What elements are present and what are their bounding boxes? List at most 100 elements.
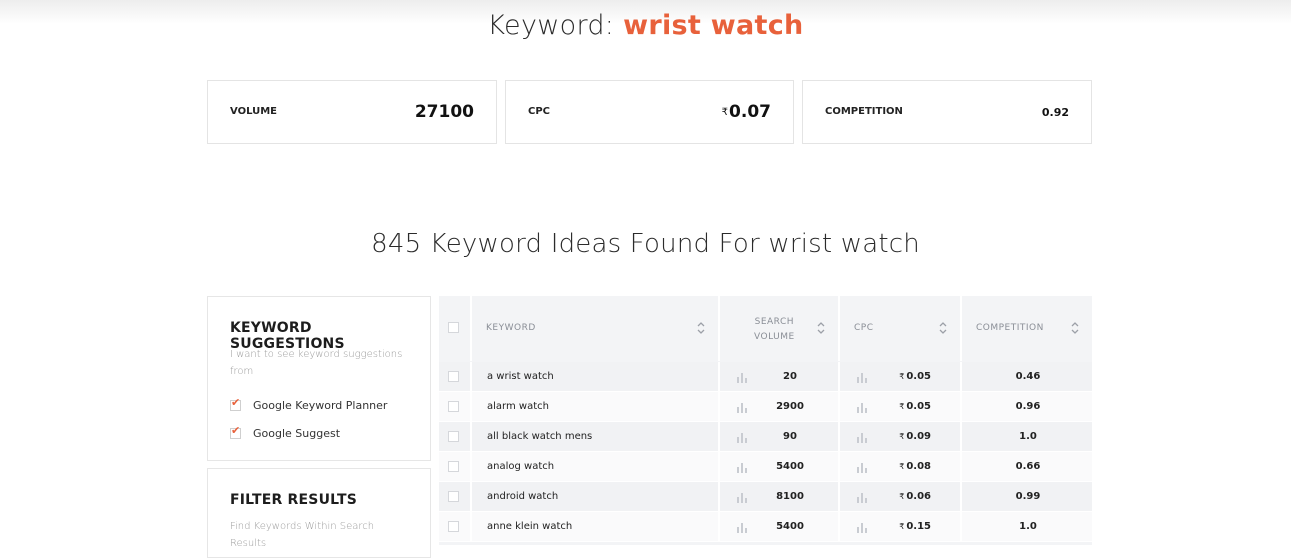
cpc-value: 0.08 [906, 461, 931, 472]
row-checkbox[interactable] [448, 491, 459, 502]
cpc-trend-icon[interactable] [856, 371, 868, 386]
volume-cell: 2900 [718, 392, 838, 422]
row-checkbox[interactable] [448, 401, 459, 412]
row-checkbox[interactable] [448, 431, 459, 442]
volume-card: VOLUME 27100 [207, 80, 497, 144]
column-search-volume-label: SEARCH VOLUME [754, 315, 795, 345]
cpc-currency: ₹ [721, 107, 729, 118]
volume-cell: 5400 [718, 512, 838, 542]
column-cpc-label: CPC [854, 323, 874, 333]
cpc-value-wrap: ₹0.06 [899, 491, 931, 502]
keyword-cell: anne klein watch [470, 512, 718, 542]
cpc-trend-icon[interactable] [856, 521, 868, 536]
competition-label: COMPETITION [825, 106, 903, 117]
cpc-cell: ₹0.05 [838, 392, 960, 422]
keyword-text[interactable]: all black watch mens [487, 431, 592, 442]
row-checkbox[interactable] [448, 371, 459, 382]
volume-value: 27100 [414, 102, 474, 122]
keyword-text[interactable]: android watch [487, 491, 558, 502]
volume-cell: 20 [718, 362, 838, 392]
table-row[interactable]: android watch 8100 ₹0.06 0.99 [439, 482, 1092, 512]
currency-symbol: ₹ [899, 522, 905, 531]
cpc-trend-icon[interactable] [856, 431, 868, 446]
checkbox-google-suggest[interactable]: ✔ [230, 424, 241, 439]
cpc-value-wrap: ₹0.08 [899, 461, 931, 472]
cpc-cell: ₹0.05 [838, 362, 960, 392]
column-competition[interactable]: COMPETITION [960, 296, 1092, 361]
keyword-suggestions-panel: KEYWORD SUGGESTIONS I want to see keywor… [207, 296, 431, 461]
row-checkbox[interactable] [448, 521, 459, 532]
cpc-value-wrap: ₹0.05 [899, 371, 931, 382]
cpc-value: 0.09 [906, 431, 931, 442]
option-google-suggest[interactable]: ✔ Google Suggest [230, 424, 341, 441]
suggestions-description: I want to see keyword suggestions from [230, 349, 403, 377]
sort-icon[interactable] [1070, 320, 1080, 336]
sort-icon[interactable] [816, 320, 826, 336]
search-line1: SEARCH [754, 317, 795, 327]
keyword-cell: all black watch mens [470, 422, 718, 452]
keyword-text[interactable]: a wrist watch [487, 371, 554, 382]
title-prefix: Keyword: [487, 10, 624, 41]
sort-icon[interactable] [938, 320, 948, 336]
keyword-text[interactable]: analog watch [487, 461, 554, 472]
checkmark-icon: ✔ [231, 423, 241, 437]
table-row[interactable]: analog watch 5400 ₹0.08 0.66 [439, 452, 1092, 482]
cpc-value: 0.05 [906, 371, 931, 382]
checkmark-icon: ✔ [231, 395, 241, 409]
row-checkbox[interactable] [448, 461, 459, 472]
keyword-text[interactable]: anne klein watch [487, 521, 572, 532]
table-row[interactable]: all black watch mens 90 ₹0.09 1.0 [439, 422, 1092, 452]
table-header: KEYWORD SEARCH VOLUME CPC COMPETITION [439, 296, 1092, 361]
cpc-value: 0.05 [906, 401, 931, 412]
keyword-cell: android watch [470, 482, 718, 512]
cpc-cell: ₹0.09 [838, 422, 960, 452]
competition-value: 1.0 [1019, 521, 1037, 532]
page-title: Keyword: wrist watch [0, 10, 1291, 41]
currency-symbol: ₹ [899, 372, 905, 381]
row-select-cell [439, 482, 470, 512]
select-all-checkbox[interactable] [448, 322, 459, 333]
cpc-value: 0.07 [729, 102, 771, 122]
competition-cell: 0.66 [960, 452, 1092, 482]
option-label: Google Keyword Planner [253, 398, 388, 412]
table-row[interactable]: anne klein watch 5400 ₹0.15 1.0 [439, 512, 1092, 542]
sort-icon[interactable] [696, 320, 706, 336]
cpc-cell: ₹0.06 [838, 482, 960, 512]
column-cpc[interactable]: CPC [838, 296, 960, 361]
cpc-value-wrap: ₹0.15 [899, 521, 931, 532]
checkbox-google-keyword-planner[interactable]: ✔ [230, 396, 241, 411]
currency-symbol: ₹ [899, 492, 905, 501]
table-row[interactable]: a wrist watch 20 ₹0.05 0.46 [439, 362, 1092, 392]
column-keyword[interactable]: KEYWORD [470, 296, 718, 361]
table-row[interactable]: alarm watch 2900 ₹0.05 0.96 [439, 392, 1092, 422]
cpc-value-wrap: ₹0.09 [899, 431, 931, 442]
cpc-value: 0.06 [906, 491, 931, 502]
row-select-cell [439, 452, 470, 482]
cpc-cell: ₹0.15 [838, 512, 960, 542]
cpc-label: CPC [528, 106, 551, 117]
row-select-cell [439, 362, 470, 392]
currency-symbol: ₹ [899, 432, 905, 441]
volume-cell: 90 [718, 422, 838, 452]
filter-description: Find Keywords Within Search Results [230, 521, 375, 549]
cpc-trend-icon[interactable] [856, 491, 868, 506]
ideas-heading: 845 Keyword Ideas Found For wrist watch [371, 229, 920, 259]
cpc-trend-icon[interactable] [856, 401, 868, 416]
volume-label: VOLUME [230, 106, 277, 117]
row-select-cell [439, 392, 470, 422]
cpc-value-wrap: ₹0.05 [899, 401, 931, 412]
keyword-text[interactable]: alarm watch [487, 401, 549, 412]
competition-value: 0.92 [1041, 106, 1069, 119]
competition-cell: 1.0 [960, 512, 1092, 542]
keyword-cell: analog watch [470, 452, 718, 482]
currency-symbol: ₹ [899, 462, 905, 471]
competition-value: 0.66 [1015, 461, 1041, 472]
cpc-trend-icon[interactable] [856, 461, 868, 476]
column-search-volume[interactable]: SEARCH VOLUME [718, 296, 838, 361]
competition-cell: 0.96 [960, 392, 1092, 422]
competition-value: 1.0 [1019, 431, 1037, 442]
option-label: Google Suggest [253, 426, 341, 440]
title-keyword: wrist watch [623, 10, 804, 41]
row-select-cell [439, 512, 470, 542]
option-google-keyword-planner[interactable]: ✔ Google Keyword Planner [230, 396, 388, 413]
